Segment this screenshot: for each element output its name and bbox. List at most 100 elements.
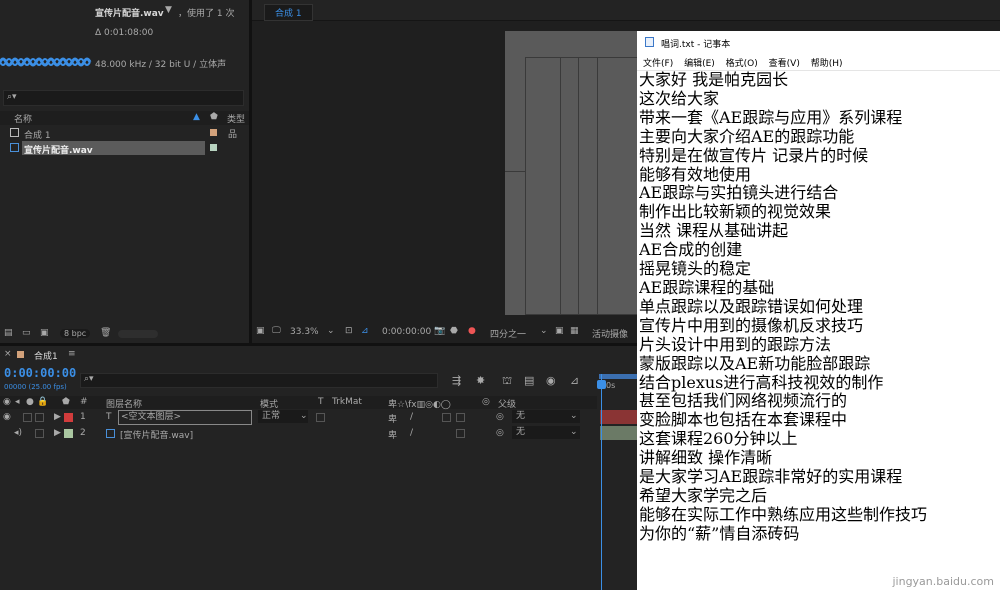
toggle-grid-icon[interactable]: ▦ [570,326,579,336]
project-search-input[interactable]: ⌕▾ [3,90,244,106]
table-row[interactable]: ◉ ▶ 1 T <空文本图层> 正常 ⌄ 卑 / ◎ 无 ⌄ [0,410,597,425]
motion-blur-icon[interactable]: ◉ [546,374,556,387]
bpc-toggle[interactable]: 8 bpc [60,329,91,338]
frame-blending-icon[interactable]: ▤ [524,374,534,387]
col-name[interactable]: 名称 [14,112,32,125]
layer-label-color[interactable] [64,429,73,438]
list-item-selected[interactable]: 宣传片配音.wav [0,141,249,156]
solo-toggle[interactable] [35,413,44,422]
text-line: 当然 课程从基础讲起 [639,222,789,241]
region-of-interest-icon[interactable]: ⊡ [345,326,353,336]
layer-bar-2[interactable] [600,426,637,440]
layer-name[interactable]: [宣传片配音.wav] [120,428,193,441]
trkmat-toggle[interactable] [316,413,325,422]
menu-edit[interactable]: 编辑(E) [684,59,715,69]
zoom-select[interactable]: 33.3% [290,327,319,337]
layer-bar-1[interactable] [600,410,637,424]
layer-label-color[interactable] [64,413,73,422]
zoom-dropdown-icon[interactable]: ⌄ [327,326,335,336]
parent-pickwhip-icon[interactable]: ◎ [496,412,504,422]
adjustment-toggle[interactable] [456,413,465,422]
comp-mini-flowchart-icon[interactable]: ⇶ [452,374,461,387]
tab-composition[interactable]: 合成 1 [264,4,313,21]
resolution-select[interactable]: 四分之一 [490,327,526,340]
col-layer-name[interactable]: 图层名称 [106,397,142,410]
switches-icon: 卑☆\fx▥◎◐◯ [388,400,451,410]
col-number: # [80,397,88,407]
active-camera-select[interactable]: 活动摄像 [592,327,628,340]
transparency-grid-icon[interactable]: ⊿ [361,326,369,336]
audio-file-icon [106,429,115,438]
parent-dropdown-icon[interactable]: ⌄ [570,411,578,421]
current-time[interactable]: 0:00:00:00 [4,366,76,380]
panel-menu-icon[interactable]: ≡ [68,349,76,359]
menu-help[interactable]: 帮助(H) [811,59,843,69]
quality-switch-icon[interactable]: / [410,428,413,438]
text-line: 带来一套《AE跟踪与应用》系列课程 [639,108,903,127]
text-line: 主要向大家介绍AE的跟踪功能 [639,127,855,146]
menu-file[interactable]: 文件(F) [643,59,673,69]
composition-canvas[interactable] [505,31,638,315]
close-icon[interactable]: × [4,349,12,359]
table-row[interactable]: ◂) ▶ 2 [宣传片配音.wav] 卑 / ◎ 无 ⌄ [0,426,597,441]
color-channels-icon[interactable]: ● [468,326,476,336]
adjustment-toggle[interactable] [456,429,465,438]
expand-arrow-icon[interactable]: ▶ [54,428,61,438]
draft-3d-icon[interactable]: ✸ [476,374,485,387]
dropdown-arrow-icon[interactable]: ▼ [165,5,172,15]
interpret-footage-icon[interactable]: ▤ [4,328,13,338]
trash-icon[interactable]: 🗑 [100,328,111,338]
show-snapshot-icon[interactable]: ⬣ [450,326,458,336]
graph-editor-icon[interactable]: ⊿ [570,374,579,387]
text-line: 摇晃镜头的稳定 [639,260,752,279]
visibility-eye-icon[interactable]: ◉ [3,412,11,422]
new-folder-icon[interactable]: ▭ [22,328,31,338]
layer-number: 1 [80,412,86,422]
menu-format[interactable]: 格式(O) [726,59,758,69]
ruler-label: 0s [606,381,616,390]
col-trkmat: TrkMat [332,397,362,407]
text-line: 宣传片中用到的摄像机反求技巧 [639,316,864,335]
timeline-comp-tab[interactable]: 合成1 [34,349,58,362]
playhead-handle[interactable] [597,380,606,389]
fast-preview-icon[interactable]: ▣ [555,326,564,336]
playhead[interactable] [601,374,602,590]
solo-toggle[interactable] [35,429,44,438]
col-parent: 父级 [498,400,517,410]
shy-switch-icon[interactable]: 卑 [388,412,397,425]
label-tag-icon: ⬟ [62,397,70,407]
col-type[interactable]: 类型 [227,112,245,125]
menu-view[interactable]: 查看(V) [769,59,800,69]
always-preview-icon[interactable]: ▣ [256,326,265,336]
text-line: 蒙版跟踪以及AE新功能脸部跟踪 [639,354,871,373]
timeline-search-input[interactable]: ⌕▾ [80,373,438,388]
parent-pickwhip-icon[interactable]: ◎ [496,428,504,438]
notepad-title-bar[interactable]: 唱词.txt - 记事本 [637,31,1000,53]
viewer-timecode[interactable]: 0:00:00:00 [382,327,431,337]
notepad-text-area[interactable]: 大家好 我是帕克园长 这次给大家 带来一套《AE跟踪与应用》系列课程 主要向大家… [639,71,999,544]
audio-file-icon [10,143,19,152]
quality-switch-icon[interactable]: / [410,412,413,422]
text-line: 甚至包括我们网络视频流行的 [639,392,848,411]
monitor-icon[interactable]: 🖵 [272,326,281,336]
effects-toggle[interactable] [442,413,451,422]
sort-arrow-icon[interactable]: ▲ [193,112,200,122]
text-line: 大家好 我是帕克园长 [639,71,789,89]
mode-dropdown-icon[interactable]: ⌄ [300,411,308,421]
audio-speaker-icon[interactable]: ◂) [14,428,22,438]
snapshot-icon[interactable]: 📷 [434,326,445,336]
expand-arrow-icon[interactable]: ▶ [54,412,61,422]
resolution-dropdown-icon[interactable]: ⌄ [540,326,548,336]
scroll-handle[interactable] [118,330,158,338]
list-item[interactable]: 合成 1 品 [0,126,249,141]
parent-dropdown-icon[interactable]: ⌄ [570,427,578,437]
layer-name[interactable]: <空文本图层> [118,410,252,425]
shy-switch-icon[interactable]: 卑 [388,428,397,441]
text-line: 这次给大家 [639,89,720,108]
work-area-bar[interactable] [599,374,637,379]
audio-toggle[interactable] [23,413,32,422]
shy-layers-icon[interactable]: ⛫ [502,374,512,389]
search-icon: ⌕▾ [84,374,94,384]
new-composition-icon[interactable]: ▣ [40,328,49,338]
text-line: 单点跟踪以及跟踪错误如何处理 [639,297,864,316]
